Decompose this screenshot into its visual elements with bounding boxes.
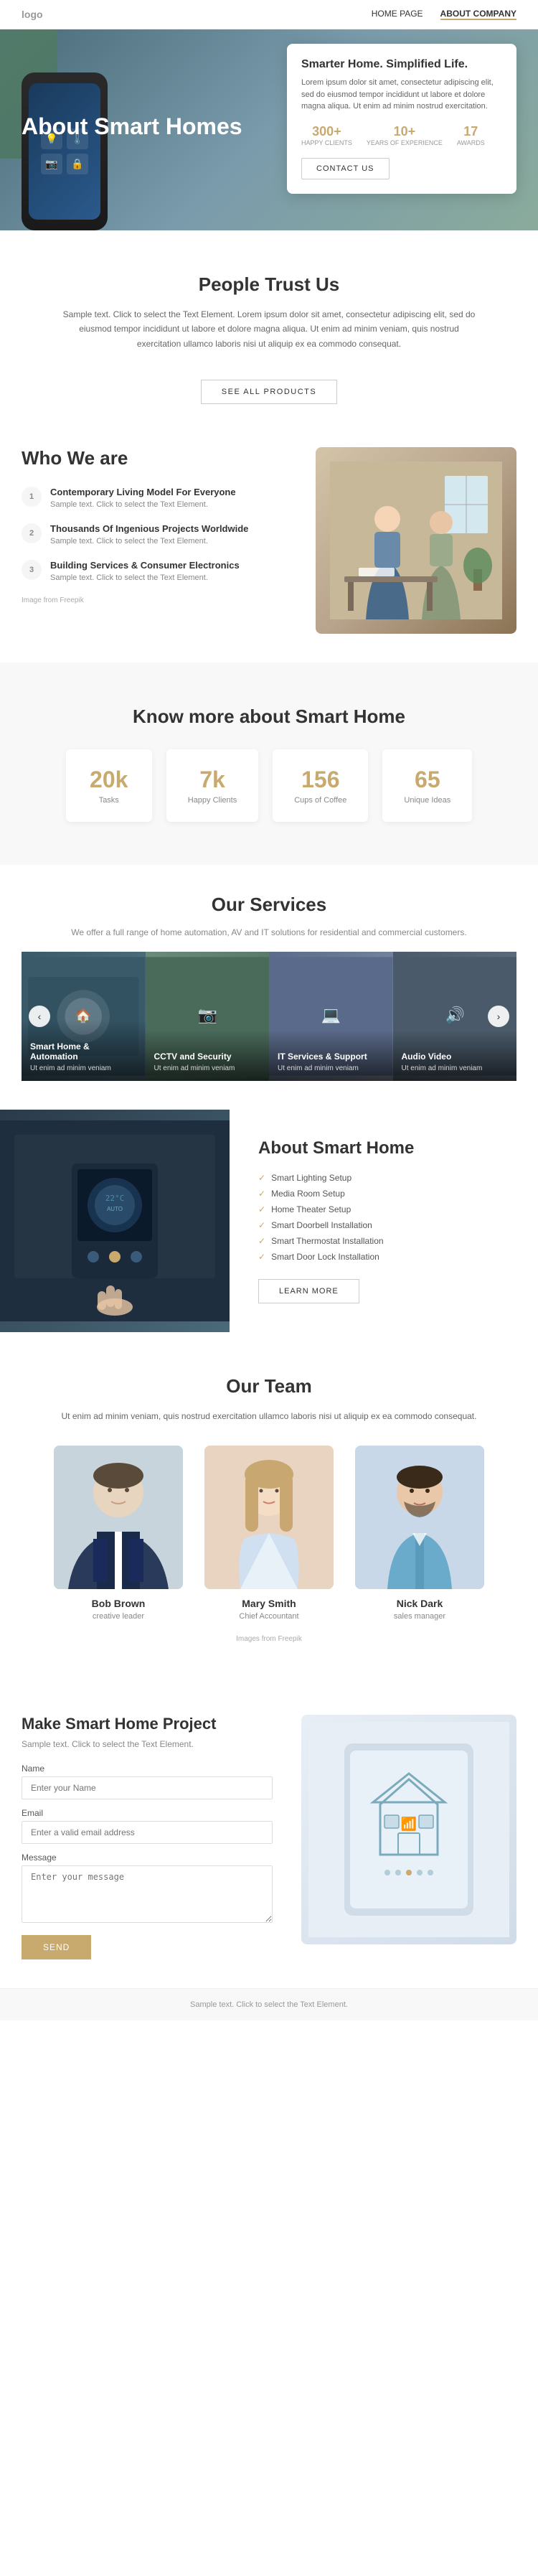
who-title: Who We are [22, 447, 294, 469]
contact-image: 📶 [301, 1715, 516, 1944]
know-title: Know more about Smart Home [22, 706, 516, 728]
services-title: Our Services [22, 894, 516, 916]
about-list-item-3: Home Theater Setup [258, 1204, 509, 1214]
message-field-group: Message [22, 1853, 273, 1926]
about-list-item-4: Smart Doorbell Installation [258, 1220, 509, 1230]
name-input[interactable] [22, 1776, 273, 1799]
about-home-list: Smart Lighting Setup Media Room Setup Ho… [258, 1173, 509, 1262]
bob-photo [54, 1446, 183, 1589]
svg-text:AUTO: AUTO [107, 1206, 123, 1212]
stat-happy-clients: 300+ HAPPY CLIENTS [301, 124, 352, 146]
svg-text:📶: 📶 [401, 1816, 417, 1831]
team-member-mary: Mary Smith Chief Accountant [204, 1446, 334, 1621]
trust-section: People Trust Us Sample text. Click to se… [0, 230, 538, 433]
trust-text: Sample text. Click to select the Text El… [61, 307, 477, 351]
hero-card-title: Smarter Home. Simplified Life. [301, 58, 502, 71]
email-label: Email [22, 1808, 273, 1818]
about-home-image: 22°C AUTO [0, 1110, 230, 1332]
who-item-2: 2 Thousands Of Ingenious Projects Worldw… [22, 523, 294, 545]
see-all-products-button[interactable]: SEE ALL PRODUCTS [201, 380, 337, 404]
learn-more-button[interactable]: LEARN MORE [258, 1279, 359, 1303]
contact-form: Make Smart Home Project Sample text. Cli… [22, 1715, 273, 1959]
team-member-nick: Nick Dark sales manager [355, 1446, 484, 1621]
know-stats: 20k Tasks 7k Happy Clients 156 Cups of C… [22, 749, 516, 822]
services-subtitle: We offer a full range of home automation… [22, 927, 516, 937]
team-subtitle: Ut enim ad minim veniam, quis nostrud ex… [61, 1409, 477, 1423]
email-field-group: Email [22, 1808, 273, 1844]
nick-name: Nick Dark [355, 1598, 484, 1609]
nav-home[interactable]: HOME PAGE [372, 9, 423, 20]
know-stat-ideas: 65 Unique Ideas [382, 749, 472, 822]
bob-name: Bob Brown [54, 1598, 183, 1609]
contact-us-button[interactable]: CONTACT US [301, 158, 390, 179]
bob-role: creative leader [54, 1612, 183, 1621]
who-image [316, 447, 516, 634]
who-left: Who We are 1 Contemporary Living Model F… [22, 447, 294, 604]
who-item-1: 1 Contemporary Living Model For Everyone… [22, 487, 294, 509]
stat-awards: 17 AWARDS [457, 124, 485, 146]
services-slider: ‹ 🏠 Smart Home & Automation Ut enim ad m… [22, 952, 516, 1081]
team-section: Our Team Ut enim ad minim veniam, quis n… [0, 1332, 538, 1685]
about-home-content: About Smart Home Smart Lighting Setup Me… [230, 1110, 538, 1332]
service-card-2: 📷 CCTV and Security Ut enim ad minim ven… [146, 952, 270, 1081]
nick-photo [355, 1446, 484, 1589]
slider-prev-button[interactable]: ‹ [29, 1006, 50, 1027]
stat-experience: 10+ YEARS OF EXPERIENCE [367, 124, 443, 146]
about-list-item-2: Media Room Setup [258, 1189, 509, 1199]
mary-name: Mary Smith [204, 1598, 334, 1609]
team-cards: Bob Brown creative leader [22, 1446, 516, 1621]
message-label: Message [22, 1853, 273, 1863]
navbar: logo HOME PAGE ABOUT COMPANY [0, 0, 538, 29]
mary-role: Chief Accountant [204, 1612, 334, 1621]
mary-photo [204, 1446, 334, 1589]
who-item-3: 3 Building Services & Consumer Electroni… [22, 560, 294, 582]
about-home-section: 22°C AUTO About Smart Home Smart Lightin… [0, 1110, 538, 1332]
logo: logo [22, 9, 43, 20]
email-input[interactable] [22, 1821, 273, 1844]
svg-text:💻: 💻 [321, 1006, 341, 1024]
trust-title: People Trust Us [22, 273, 516, 296]
team-image-credit: Images from Freepik [22, 1635, 516, 1643]
hero-title: About Smart Homes [22, 113, 242, 140]
hero-card: Smarter Home. Simplified Life. Lorem ips… [287, 44, 516, 194]
nav-about[interactable]: ABOUT COMPANY [440, 9, 516, 20]
hero-content: About Smart Homes [0, 92, 264, 169]
svg-text:22°C: 22°C [105, 1194, 125, 1203]
team-title: Our Team [22, 1375, 516, 1397]
know-stat-coffee: 156 Cups of Coffee [273, 749, 368, 822]
services-cards: 🏠 Smart Home & Automation Ut enim ad min… [22, 952, 516, 1081]
contact-section: Make Smart Home Project Sample text. Cli… [0, 1686, 538, 1988]
hero-section: 💡 🌡 📷 🔒 About Smart Homes Smarter Home. … [0, 29, 538, 230]
name-field-group: Name [22, 1764, 273, 1799]
know-section: Know more about Smart Home 20k Tasks 7k … [0, 662, 538, 865]
about-list-item-6: Smart Door Lock Installation [258, 1252, 509, 1262]
about-home-title: About Smart Home [258, 1138, 509, 1158]
footer: Sample text. Click to select the Text El… [0, 1988, 538, 2020]
nick-role: sales manager [355, 1612, 484, 1621]
services-section: Our Services We offer a full range of ho… [0, 865, 538, 1110]
about-list-item-1: Smart Lighting Setup [258, 1173, 509, 1183]
hero-stats: 300+ HAPPY CLIENTS 10+ YEARS OF EXPERIEN… [301, 124, 502, 146]
contact-title: Make Smart Home Project [22, 1715, 273, 1733]
svg-text:📷: 📷 [197, 1006, 217, 1024]
team-member-bob: Bob Brown creative leader [54, 1446, 183, 1621]
slider-next-button[interactable]: › [488, 1006, 509, 1027]
nav-links: HOME PAGE ABOUT COMPANY [372, 9, 516, 20]
footer-text: Sample text. Click to select the Text El… [190, 2000, 348, 2009]
know-stat-clients: 7k Happy Clients [166, 749, 258, 822]
svg-text:🔊: 🔊 [445, 1006, 464, 1025]
who-image-credit: Image from Freepik [22, 596, 294, 604]
name-label: Name [22, 1764, 273, 1774]
service-card-3: 💻 IT Services & Support Ut enim ad minim… [269, 952, 393, 1081]
about-list-item-5: Smart Thermostat Installation [258, 1236, 509, 1246]
send-button[interactable]: SEND [22, 1935, 91, 1959]
who-section: Who We are 1 Contemporary Living Model F… [0, 433, 538, 662]
hero-card-text: Lorem ipsum dolor sit amet, consectetur … [301, 77, 502, 113]
know-stat-tasks: 20k Tasks [66, 749, 152, 822]
contact-subtitle: Sample text. Click to select the Text El… [22, 1739, 273, 1749]
message-input[interactable] [22, 1865, 273, 1923]
